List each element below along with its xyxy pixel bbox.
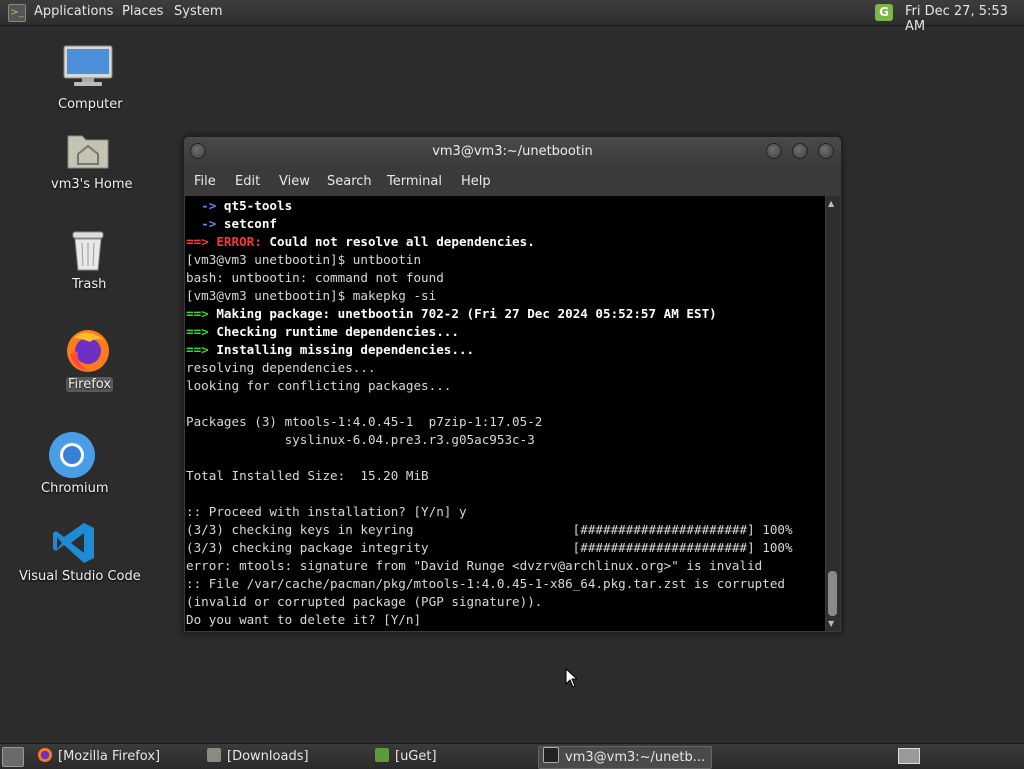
mouse-cursor-icon xyxy=(565,668,577,688)
trash-icon[interactable] xyxy=(70,230,106,272)
taskbar-uget[interactable]: [uGet] xyxy=(375,746,437,767)
taskbar-terminal-label: vm3@vm3:~/unetb... xyxy=(565,750,706,765)
terminal-line: ==> Making package: unetbootin 702-2 (Fr… xyxy=(186,306,717,321)
scroll-down-arrow-icon[interactable]: ▼ xyxy=(828,619,834,628)
taskbar-downloads-label: [Downloads] xyxy=(227,749,309,764)
terminal-line: Total Installed Size: 15.20 MiB xyxy=(186,468,429,483)
uget-tray-icon[interactable]: G xyxy=(875,4,893,21)
system-menu[interactable]: System xyxy=(174,4,222,19)
taskbar-terminal[interactable]: vm3@vm3:~/unetb... xyxy=(538,746,712,769)
terminal-line: :: Proceed with installation? [Y/n] y xyxy=(186,504,467,519)
terminal-line: Packages (3) mtools-1:4.0.45-1 p7zip-1:1… xyxy=(186,414,543,429)
menu-edit[interactable]: Edit xyxy=(235,174,260,189)
uget-small-icon xyxy=(375,748,389,762)
home-label[interactable]: vm3's Home xyxy=(51,177,133,192)
taskbar-firefox-label: [Mozilla Firefox] xyxy=(58,749,161,764)
terminal-line: -> setconf xyxy=(201,216,278,231)
terminal-launcher-icon[interactable]: >_ xyxy=(8,4,26,22)
terminal-line: syslinux-6.04.pre3.r3.g05ac953c-3 xyxy=(186,432,535,447)
terminal-window[interactable]: vm3@vm3:~/unetbootin File Edit View Sear… xyxy=(183,136,842,633)
home-folder-icon[interactable] xyxy=(66,130,110,170)
terminal-line: [vm3@vm3 unetbootin]$ untbootin xyxy=(186,252,422,267)
terminal-line: -> qt5-tools xyxy=(201,198,293,213)
clock[interactable]: Fri Dec 27, 5:53 AM xyxy=(905,4,1024,34)
maximize-button[interactable] xyxy=(792,143,808,159)
terminal-line: ==> ERROR: Could not resolve all depende… xyxy=(186,234,535,249)
terminal-line: ==> Installing missing dependencies... xyxy=(186,342,475,357)
terminal-line: (3/3) checking package integrity [######… xyxy=(186,540,793,555)
terminal-line: :: File /var/cache/pacman/pkg/mtools-1:4… xyxy=(186,576,785,591)
window-title: vm3@vm3:~/unetbootin xyxy=(432,144,593,159)
show-desktop-icon[interactable] xyxy=(2,747,24,767)
vscode-icon[interactable] xyxy=(52,521,96,565)
trash-label[interactable]: Trash xyxy=(72,277,106,292)
terminal-line: bash: untbootin: command not found xyxy=(186,270,444,285)
menu-terminal[interactable]: Terminal xyxy=(387,174,442,189)
taskbar-uget-label: [uGet] xyxy=(395,749,437,764)
folder-small-icon xyxy=(207,748,221,762)
computer-label[interactable]: Computer xyxy=(58,97,123,112)
terminal-scrollbar[interactable]: ▲ ▼ xyxy=(826,196,840,631)
close-button[interactable] xyxy=(818,143,834,159)
places-menu[interactable]: Places xyxy=(122,4,163,19)
menu-help[interactable]: Help xyxy=(461,174,491,189)
menu-search[interactable]: Search xyxy=(327,174,372,189)
terminal-line: [vm3@vm3 unetbootin]$ makepkg -si xyxy=(186,288,437,303)
terminal-menubar: File Edit View Search Terminal Help xyxy=(184,167,841,195)
terminal-line: resolving dependencies... xyxy=(186,360,376,375)
terminal-output[interactable]: -> qt5-tools -> setconf ==> ERROR: Could … xyxy=(185,196,825,631)
chromium-icon[interactable] xyxy=(48,431,96,479)
chromium-label[interactable]: Chromium xyxy=(41,481,109,496)
scrollbar-thumb[interactable] xyxy=(828,571,837,616)
terminal-line: Do you want to delete it? [Y/n] xyxy=(186,612,422,627)
terminal-line: error: mtools: signature from "David Run… xyxy=(186,558,763,573)
applications-menu[interactable]: Applications xyxy=(34,4,113,19)
taskbar-downloads[interactable]: [Downloads] xyxy=(207,746,309,767)
workspace-switcher[interactable] xyxy=(898,748,920,764)
firefox-label[interactable]: Firefox xyxy=(66,377,114,392)
vscode-label[interactable]: Visual Studio Code xyxy=(19,569,141,584)
scroll-up-arrow-icon[interactable]: ▲ xyxy=(828,199,834,208)
minimize-button[interactable] xyxy=(766,143,782,159)
terminal-titlebar[interactable]: vm3@vm3:~/unetbootin xyxy=(184,137,841,167)
terminal-line: looking for conflicting packages... xyxy=(186,378,452,393)
menu-file[interactable]: File xyxy=(194,174,216,189)
taskbar-firefox[interactable]: [Mozilla Firefox] xyxy=(38,746,160,767)
computer-icon[interactable] xyxy=(62,45,114,87)
terminal-line: (invalid or corrupted package (PGP signa… xyxy=(186,594,543,609)
top-panel: >_ Applications Places System G Fri Dec … xyxy=(0,0,1024,34)
window-menu-button[interactable] xyxy=(190,143,206,159)
firefox-icon[interactable] xyxy=(64,326,112,374)
terminal-small-icon xyxy=(543,747,559,763)
menu-view[interactable]: View xyxy=(279,174,310,189)
terminal-line: ==> Checking runtime dependencies... xyxy=(186,324,459,339)
taskbar: [Mozilla Firefox] [Downloads] [uGet] vm3… xyxy=(0,743,1024,769)
terminal-line: (3/3) checking keys in keyring [########… xyxy=(186,522,793,537)
firefox-small-icon xyxy=(38,748,52,762)
